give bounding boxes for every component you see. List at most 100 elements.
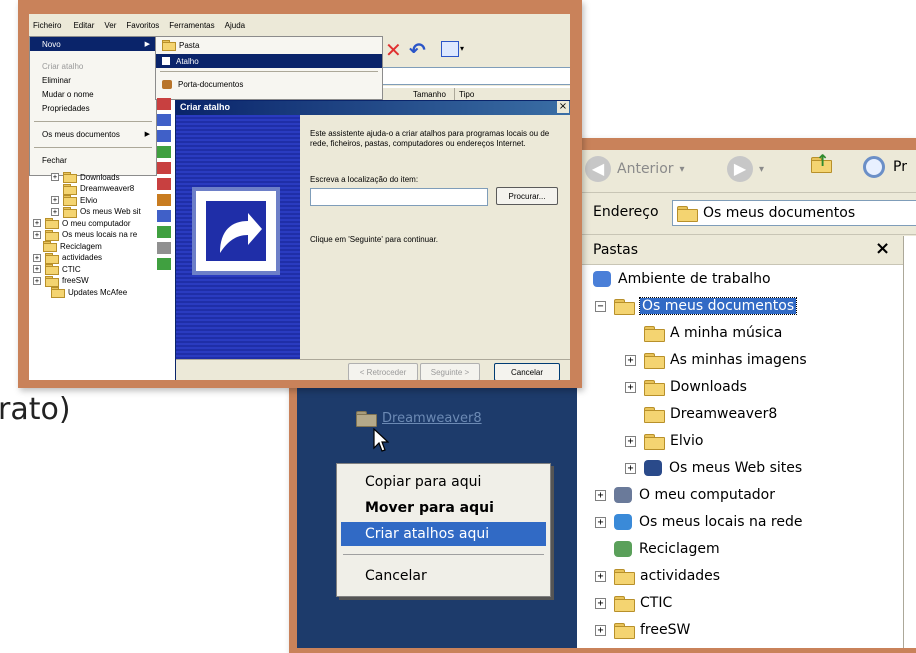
expand-icon[interactable]: +: [51, 207, 59, 216]
back-button[interactable]: ◀ Anterior ▾: [585, 156, 685, 182]
expand-icon[interactable]: +: [595, 624, 606, 636]
menu-file[interactable]: Ficheiro: [33, 21, 61, 30]
search-button[interactable]: Pr: [863, 156, 907, 178]
expand-icon[interactable]: +: [595, 597, 606, 609]
menu-item-close[interactable]: Fechar: [30, 153, 156, 167]
undo-icon[interactable]: ↶: [409, 38, 426, 62]
menu-item-label: Propriedades: [42, 103, 90, 113]
collapse-icon[interactable]: −: [595, 300, 606, 312]
explorer-window: ◀ Anterior ▾ ▶ ▾ ↑ Pr Endereço Os meus d…: [577, 150, 916, 648]
button-label: < Retroceder: [359, 367, 407, 377]
close-icon[interactable]: ×: [557, 101, 569, 113]
tree-item-label: Elvio: [80, 195, 98, 205]
menu-item-properties[interactable]: Propriedades: [30, 101, 156, 115]
menu-item-move-here[interactable]: Mover para aqui: [341, 496, 546, 520]
menu-item-briefcase[interactable]: Porta-documentos: [156, 77, 382, 91]
tree-item[interactable]: + CTIC: [33, 263, 81, 275]
column-header-type[interactable]: Tipo: [459, 90, 474, 99]
forward-button[interactable]: ▶ ▾: [727, 156, 764, 182]
menu-item-rename[interactable]: Mudar o nome: [30, 87, 156, 101]
expand-icon[interactable]: +: [33, 253, 41, 262]
file-type-icon: [157, 114, 171, 126]
briefcase-icon: [162, 79, 172, 89]
wizard-separator: [176, 359, 570, 360]
tree-item[interactable]: + Os meus locais na rede: [595, 511, 802, 533]
tree-item[interactable]: + O meu computador: [33, 217, 130, 229]
expand-icon[interactable]: +: [51, 173, 59, 181]
tree-item[interactable]: + As minhas imagens: [625, 349, 807, 371]
location-input[interactable]: [310, 188, 488, 206]
chevron-down-icon: ▾: [759, 163, 765, 175]
tree-item[interactable]: A minha música: [625, 322, 782, 344]
expand-icon[interactable]: +: [33, 265, 41, 273]
tree-item[interactable]: Reciclagem: [43, 240, 102, 252]
menu-item-create-shortcuts-here[interactable]: Criar atalhos aqui: [341, 522, 546, 546]
menu-item-folder[interactable]: Pasta: [156, 38, 382, 52]
up-folder-button[interactable]: ↑: [811, 151, 837, 176]
desktop-folder[interactable]: Dreamweaver8: [356, 411, 482, 427]
expand-icon[interactable]: +: [625, 462, 636, 474]
expand-icon[interactable]: +: [595, 570, 606, 582]
tree-item[interactable]: + Os meus Web sit: [51, 206, 141, 218]
menu-edit[interactable]: Editar: [73, 21, 94, 30]
back-arrow-icon: ◀: [585, 156, 611, 182]
menu-favorites[interactable]: Favoritos: [126, 21, 159, 30]
tree-item[interactable]: Dreamweaver8: [63, 183, 134, 195]
pictures-folder-icon: [644, 352, 665, 369]
menu-separator: [343, 554, 544, 555]
menu-item-copy-here[interactable]: Copiar para aqui: [341, 470, 546, 494]
menu-item-shortcut[interactable]: Atalho: [156, 54, 382, 68]
tree-item[interactable]: Updates McAfee: [51, 286, 127, 298]
tree-item[interactable]: + CTIC: [595, 592, 672, 614]
tree-item[interactable]: Dreamweaver8: [625, 403, 777, 425]
tree-item[interactable]: + actividades: [33, 252, 102, 264]
tree-item[interactable]: Reciclagem: [595, 538, 720, 560]
menu-help[interactable]: Ajuda: [225, 21, 245, 30]
folders-pane-header: Pastas ×: [577, 236, 903, 265]
expand-icon[interactable]: +: [625, 381, 636, 393]
back-button[interactable]: < Retroceder: [348, 363, 418, 380]
tree-item[interactable]: + Downloads: [51, 171, 120, 183]
expand-icon[interactable]: +: [33, 276, 41, 285]
browse-button[interactable]: Procurar...: [496, 187, 558, 205]
menu-item-delete[interactable]: Eliminar: [30, 73, 156, 87]
expand-icon[interactable]: +: [595, 516, 606, 528]
tree-item[interactable]: + Elvio: [625, 430, 703, 452]
menu-item-create-shortcut[interactable]: Criar atalho: [30, 59, 156, 73]
folder-icon: [63, 195, 77, 206]
tree-item[interactable]: + Os meus Web sites: [625, 457, 802, 479]
address-field[interactable]: [381, 67, 570, 85]
menu-tools[interactable]: Ferramentas: [169, 21, 214, 30]
tree-item[interactable]: + freeSW: [595, 619, 690, 641]
tree-item[interactable]: + Elvio: [51, 194, 97, 206]
expand-icon[interactable]: +: [595, 489, 606, 501]
menu-view[interactable]: Ver: [104, 21, 116, 30]
cancel-button[interactable]: Cancelar: [494, 363, 560, 380]
file-type-icon: [157, 98, 171, 110]
menu-item-cancel[interactable]: Cancelar: [341, 564, 546, 588]
expand-icon[interactable]: +: [625, 435, 636, 447]
tree-item[interactable]: Ambiente de trabalho: [593, 268, 771, 290]
tree-item[interactable]: + O meu computador: [595, 484, 775, 506]
expand-icon[interactable]: +: [33, 219, 41, 227]
expand-icon[interactable]: +: [51, 196, 59, 204]
next-button[interactable]: Seguinte >: [420, 363, 480, 380]
address-field[interactable]: Os meus documentos: [672, 200, 916, 226]
folder-icon: [162, 40, 176, 51]
expand-icon[interactable]: +: [625, 354, 636, 366]
folder-icon: [63, 183, 77, 195]
column-header-size[interactable]: Tamanho: [413, 90, 446, 99]
expand-icon[interactable]: +: [33, 230, 41, 239]
menu-item-new[interactable]: Novo ▶: [30, 37, 156, 51]
folder-icon: [63, 172, 77, 183]
views-icon[interactable]: [441, 41, 459, 57]
tree-item-label: O meu computador: [639, 487, 775, 503]
tree-item[interactable]: − Os meus documentos: [595, 295, 798, 317]
menu-item-my-documents[interactable]: Os meus documentos ▶: [30, 127, 156, 141]
close-icon[interactable]: ×: [875, 238, 890, 259]
tree-item[interactable]: + Downloads: [625, 376, 747, 398]
tree-item[interactable]: + actividades: [595, 565, 720, 587]
delete-icon[interactable]: ✕: [385, 38, 402, 62]
tree-item[interactable]: + freeSW: [33, 275, 89, 287]
tree-item[interactable]: + Os meus locais na re: [33, 229, 137, 241]
